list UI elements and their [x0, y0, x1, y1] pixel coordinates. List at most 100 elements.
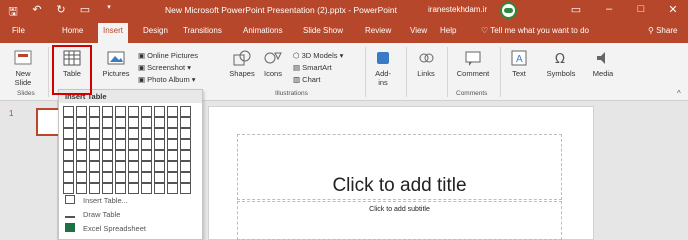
shapes-button[interactable]: Shapes [226, 49, 258, 78]
tab-design[interactable]: Design [143, 26, 168, 35]
table-grid-cell[interactable] [89, 183, 100, 194]
table-grid-cell[interactable] [154, 106, 165, 117]
table-grid-cell[interactable] [141, 161, 152, 172]
table-grid-cell[interactable] [102, 128, 113, 139]
table-grid-cell[interactable] [154, 150, 165, 161]
draw-table-menu-item[interactable]: Draw Table [65, 209, 120, 219]
table-grid-cell[interactable] [167, 183, 178, 194]
subtitle-placeholder[interactable]: Click to add subtitle [237, 201, 562, 240]
tab-help[interactable]: Help [440, 26, 456, 35]
table-grid-cell[interactable] [154, 172, 165, 183]
table-grid-cell[interactable] [115, 139, 126, 150]
table-grid-cell[interactable] [154, 128, 165, 139]
table-grid-cell[interactable] [63, 150, 74, 161]
table-grid-cell[interactable] [154, 117, 165, 128]
photo-album-button[interactable]: ▣ Photo Album ▾ [138, 75, 196, 84]
online-pictures-button[interactable]: ▣ Online Pictures [138, 51, 198, 60]
tab-insert[interactable]: Insert [98, 23, 129, 43]
table-grid-cell[interactable] [167, 139, 178, 150]
minimize-icon[interactable]: – [600, 3, 618, 15]
table-grid-cell[interactable] [141, 106, 152, 117]
tab-slide-show[interactable]: Slide Show [303, 26, 343, 35]
table-grid-cell[interactable] [167, 117, 178, 128]
table-grid-cell[interactable] [102, 150, 113, 161]
save-icon[interactable]: 🖫 [6, 3, 20, 22]
maximize-icon[interactable]: □ [632, 3, 650, 15]
table-grid-cell[interactable] [76, 161, 87, 172]
table-grid-cell[interactable] [167, 172, 178, 183]
table-grid-cell[interactable] [141, 128, 152, 139]
table-grid-cell[interactable] [141, 117, 152, 128]
table-grid-cell[interactable] [180, 139, 191, 150]
table-grid-cell[interactable] [76, 117, 87, 128]
table-grid-cell[interactable] [167, 106, 178, 117]
table-grid-cell[interactable] [102, 117, 113, 128]
table-grid-cell[interactable] [180, 128, 191, 139]
collapse-ribbon-icon[interactable]: ^ [677, 89, 681, 98]
chart-button[interactable]: ▥ Chart [293, 75, 321, 84]
table-grid-cell[interactable] [102, 161, 113, 172]
user-name[interactable]: iranestekhdam.ir [428, 5, 487, 14]
excel-spreadsheet-menu-item[interactable]: Excel Spreadsheet [65, 223, 146, 233]
table-grid-cell[interactable] [115, 150, 126, 161]
table-grid-cell[interactable] [128, 128, 139, 139]
avatar[interactable] [500, 2, 517, 19]
table-grid-cell[interactable] [76, 150, 87, 161]
table-grid-cell[interactable] [89, 106, 100, 117]
table-grid-cell[interactable] [89, 128, 100, 139]
table-grid-cell[interactable] [180, 161, 191, 172]
table-grid-cell[interactable] [63, 139, 74, 150]
smartart-button[interactable]: ▤ SmartArt [293, 63, 332, 72]
table-grid-cell[interactable] [63, 128, 74, 139]
table-grid-cell[interactable] [128, 161, 139, 172]
new-slide-button[interactable]: New Slide [8, 49, 38, 87]
close-icon[interactable]: ✕ [664, 3, 682, 16]
table-grid-cell[interactable] [167, 161, 178, 172]
table-grid-cell[interactable] [89, 172, 100, 183]
table-grid-cell[interactable] [141, 139, 152, 150]
table-grid-cell[interactable] [115, 117, 126, 128]
table-grid-cell[interactable] [63, 172, 74, 183]
table-grid-cell[interactable] [180, 150, 191, 161]
table-grid-cell[interactable] [89, 139, 100, 150]
table-grid-cell[interactable] [154, 183, 165, 194]
table-grid-cell[interactable] [102, 172, 113, 183]
table-grid-cell[interactable] [154, 161, 165, 172]
ribbon-display-icon[interactable]: ▭ [567, 3, 585, 16]
table-grid-cell[interactable] [89, 117, 100, 128]
table-grid-cell[interactable] [141, 183, 152, 194]
table-grid-cell[interactable] [167, 128, 178, 139]
table-grid-cell[interactable] [63, 106, 74, 117]
redo-icon[interactable]: ↻ [54, 3, 68, 22]
table-grid-cell[interactable] [115, 183, 126, 194]
table-grid-cell[interactable] [128, 117, 139, 128]
table-grid-cell[interactable] [154, 139, 165, 150]
title-placeholder[interactable]: Click to add title [237, 134, 562, 200]
table-grid-cell[interactable] [63, 117, 74, 128]
share-button[interactable]: ⚲ Share [648, 26, 677, 35]
table-grid-cell[interactable] [141, 172, 152, 183]
insert-table-menu-item[interactable]: Insert Table... [65, 195, 128, 205]
undo-icon[interactable]: ↶ [30, 3, 44, 22]
add-ins-button[interactable]: Add- ins [368, 49, 398, 87]
tab-home[interactable]: Home [62, 26, 83, 35]
table-grid-cell[interactable] [180, 117, 191, 128]
customize-icon[interactable]: ▾ [102, 3, 116, 22]
table-grid-cell[interactable] [76, 172, 87, 183]
icons-button[interactable]: Icons [260, 49, 286, 78]
tab-file[interactable]: File [12, 26, 25, 35]
tell-me-search[interactable]: ♡ Tell me what you want to do [481, 26, 589, 35]
tab-view[interactable]: View [410, 26, 427, 35]
table-grid-cell[interactable] [128, 106, 139, 117]
start-presentation-icon[interactable]: ▭ [78, 3, 92, 22]
tab-review[interactable]: Review [365, 26, 391, 35]
table-grid-cell[interactable] [115, 172, 126, 183]
table-grid-cell[interactable] [102, 139, 113, 150]
table-grid-cell[interactable] [180, 183, 191, 194]
table-grid-cell[interactable] [141, 150, 152, 161]
table-grid-cell[interactable] [128, 172, 139, 183]
table-grid-cell[interactable] [76, 106, 87, 117]
table-grid-cell[interactable] [115, 128, 126, 139]
table-grid-cell[interactable] [180, 172, 191, 183]
table-grid-cell[interactable] [76, 183, 87, 194]
